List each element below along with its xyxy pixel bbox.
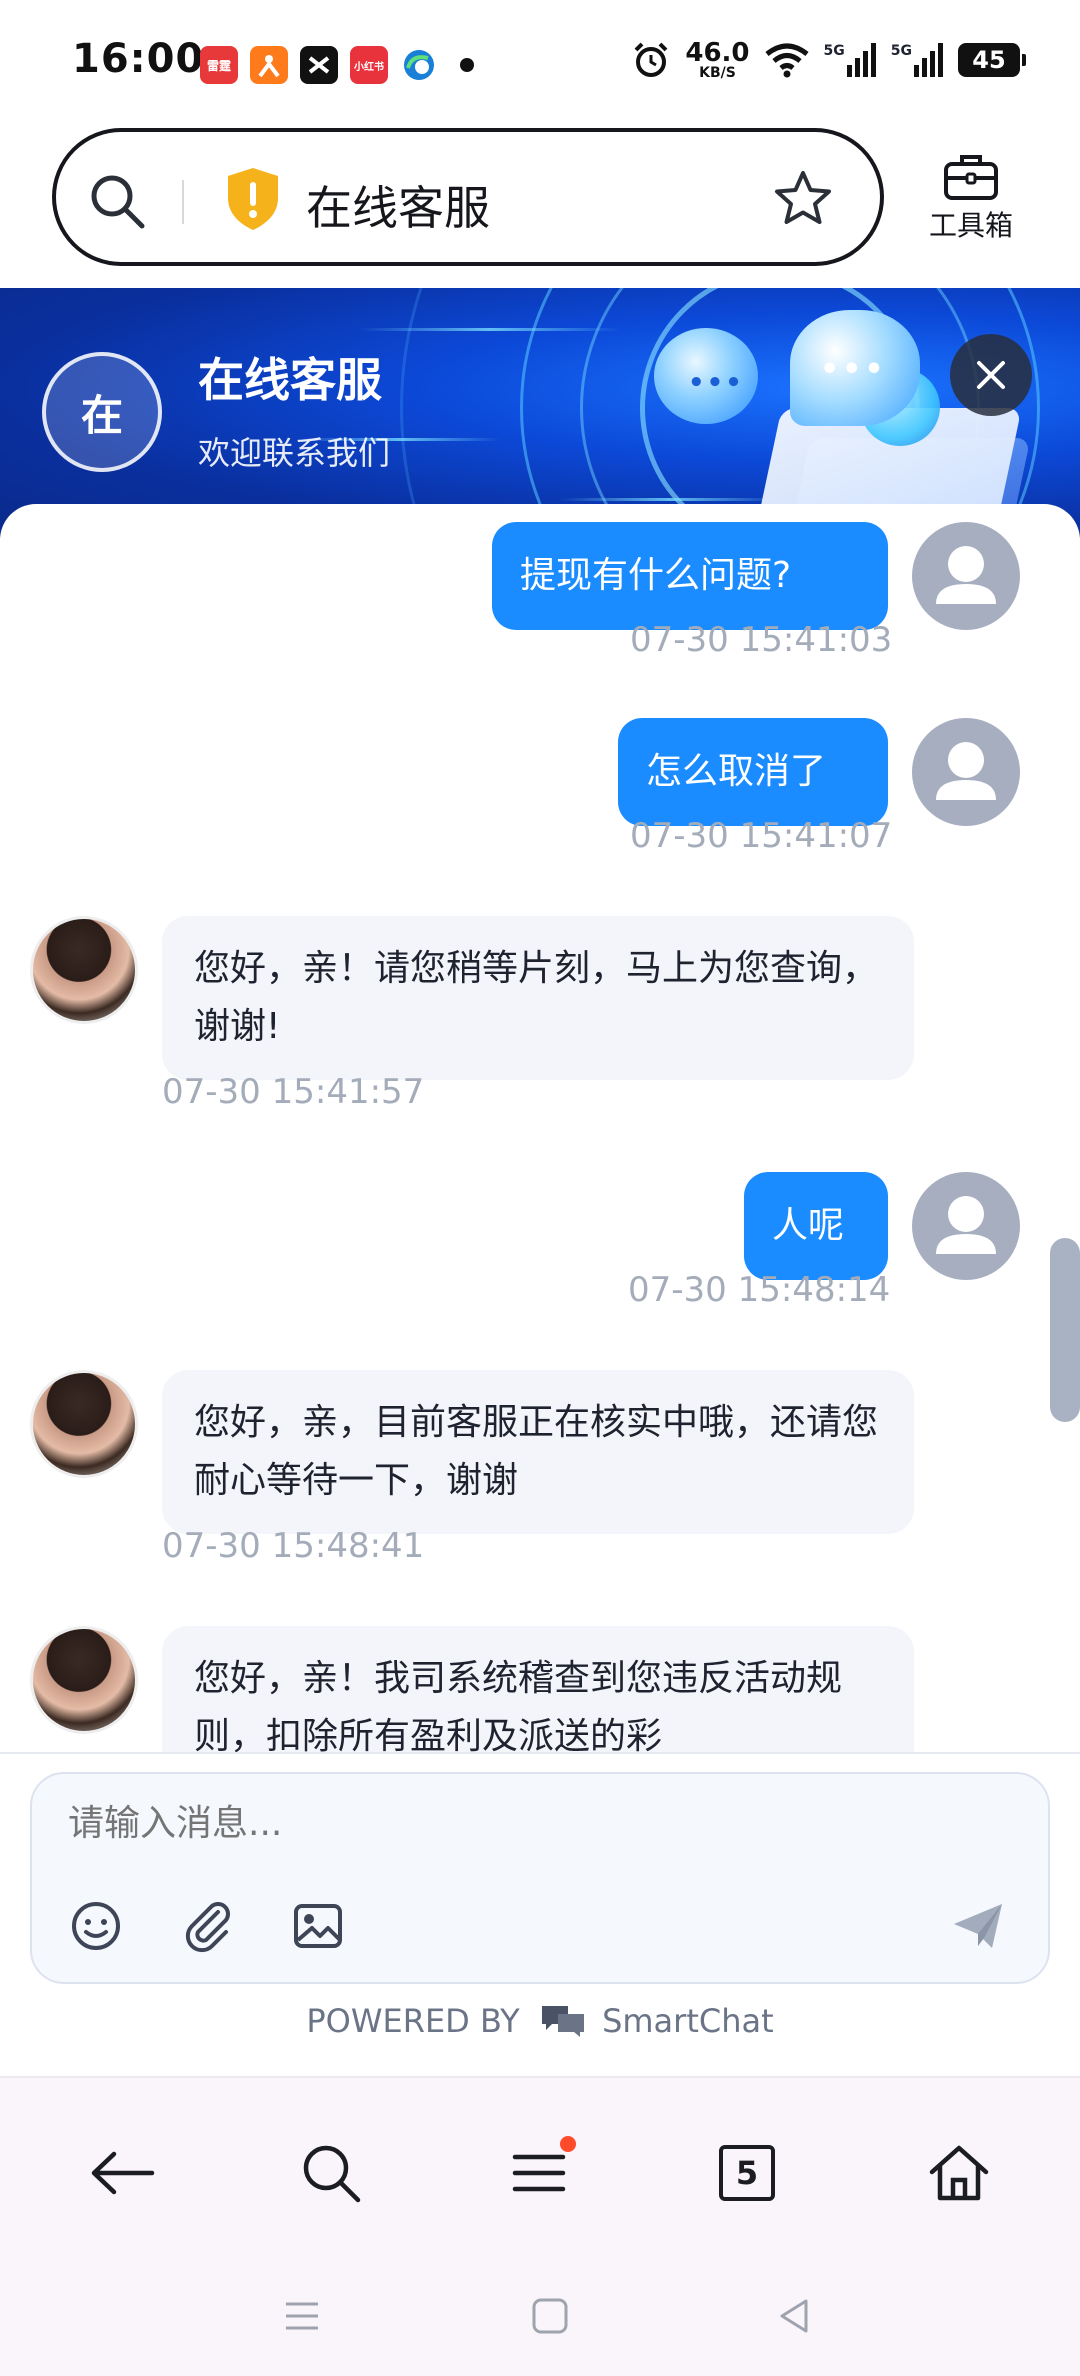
smartchat-logo-icon [541,2006,584,2037]
system-home-icon [532,2298,568,2334]
chat-bubble-illustration: ••• [790,310,920,426]
status-indicators: 46.0 KB/S 5G 5G 45 [631,38,1026,81]
menu-notification-dot [560,2136,576,2152]
powered-by-prefix: POWERED BY [306,2002,520,2040]
message-composer [30,1772,1050,1984]
banner-decor [560,498,780,501]
wifi-icon [764,43,809,78]
menu-icon [512,2154,566,2192]
signal-5g-2: 5G [891,43,944,77]
chat-title: 在线客服 [198,353,382,407]
home-icon [929,2145,989,2201]
agent-avatar [30,916,138,1024]
system-back-icon [780,2299,808,2333]
recents-icon [286,2302,318,2330]
outgoing-message: 怎么取消了 [618,718,888,826]
toolbox-icon [944,155,998,200]
address-divider [182,180,184,224]
battery-indicator: 45 [958,43,1026,77]
edge-app-icon [400,46,438,84]
back-arrow-icon [91,2151,155,2195]
incoming-message: 您好，亲！请您稍等片刻，马上为您查询，谢谢! [162,916,914,1080]
emoji-icon[interactable] [66,1896,126,1956]
more-notifications-dot [460,58,474,72]
home-button[interactable] [914,2128,1004,2218]
service-avatar: 在 [42,352,162,472]
image-upload-icon[interactable] [288,1896,348,1956]
capcut-app-icon [300,46,338,84]
chat-messages[interactable]: 提现有什么问题? 07-30 15:41:03 怎么取消了 07-30 15:4… [0,504,1080,1754]
search-button[interactable] [286,2128,376,2218]
message-input[interactable] [66,1802,966,1845]
message-timestamp: 07-30 15:41:03 [630,620,893,660]
notification-app-icons: 雷霆 小红书 [200,46,474,84]
chat-header-banner: ••• ••• 在 在线客服 欢迎联系我们 [0,288,1080,538]
agent-avatar [30,1370,138,1478]
back-button[interactable] [78,2128,168,2218]
user-avatar-icon [936,546,996,604]
user-avatar [912,522,1020,630]
close-icon [977,361,1005,389]
chat-bubble-illustration: ••• [654,328,758,424]
bookmark-star-icon[interactable] [772,168,834,230]
status-time: 16:00 [72,36,205,82]
incoming-message: 您好，亲，目前客服正在核实中哦，还请您耐心等待一下，谢谢 [162,1370,914,1534]
tabs-count-badge: 5 [719,2145,775,2201]
user-avatar-icon [936,742,996,800]
page-title[interactable]: 在线客服 [306,172,490,238]
status-bar: 16:00 雷霆 小红书 46.0 KB/S 5G 5G 45 [0,0,1080,120]
message-timestamp: 07-30 15:48:14 [628,1270,891,1310]
message-timestamp: 07-30 15:41:57 [162,1072,425,1112]
service-avatar-text: 在 [80,390,123,440]
alarm-icon [634,42,668,77]
address-bar[interactable]: 在线客服 [52,128,884,266]
message-timestamp: 07-30 15:48:41 [162,1526,425,1566]
agent-avatar [30,1626,138,1734]
system-recents-button[interactable] [272,2286,332,2346]
close-chat-button[interactable] [950,334,1032,416]
security-shield-icon[interactable] [224,166,282,232]
user-avatar [912,1172,1020,1280]
powered-by: POWERED BY SmartChat [0,2002,1080,2040]
toolbox-button[interactable]: 工具箱 [916,150,1026,244]
page: 16:00 雷霆 小红书 46.0 KB/S 5G 5G 45 在线客服 工具箱… [0,0,1080,2376]
search-icon[interactable] [86,170,148,232]
browser-bottom-nav: 5 [0,2076,1080,2376]
chat-subtitle: 欢迎联系我们 [198,434,391,472]
outgoing-message: 人呢 [744,1172,888,1280]
net-speed: 46.0 KB/S [685,38,750,81]
orange-app-icon [250,46,288,84]
powered-by-brand: SmartChat [602,2002,774,2040]
outgoing-message: 提现有什么问题? [492,522,888,630]
message-timestamp: 07-30 15:41:07 [630,816,893,856]
attachment-icon[interactable] [178,1896,238,1956]
signal-5g-1: 5G [824,43,877,77]
user-avatar [912,718,1020,826]
incoming-message: 您好，亲！我司系统稽查到您违反活动规则，扣除所有盈利及派送的彩 [162,1626,914,1754]
menu-button[interactable] [494,2128,584,2218]
banner-decor [360,328,620,331]
send-icon[interactable] [948,1896,1008,1956]
xiaohongshu-app-icon: 小红书 [350,46,388,84]
tabs-button[interactable]: 5 [702,2128,792,2218]
user-avatar-icon [936,1196,996,1254]
search-icon [303,2145,361,2203]
leiting-app-icon: 雷霆 [200,46,238,84]
composer-divider [0,1752,1080,1754]
system-back-button[interactable] [764,2286,824,2346]
toolbox-label: 工具箱 [928,209,1013,242]
system-home-button[interactable] [520,2286,580,2346]
chat-scrollbar[interactable] [1050,1238,1080,1422]
